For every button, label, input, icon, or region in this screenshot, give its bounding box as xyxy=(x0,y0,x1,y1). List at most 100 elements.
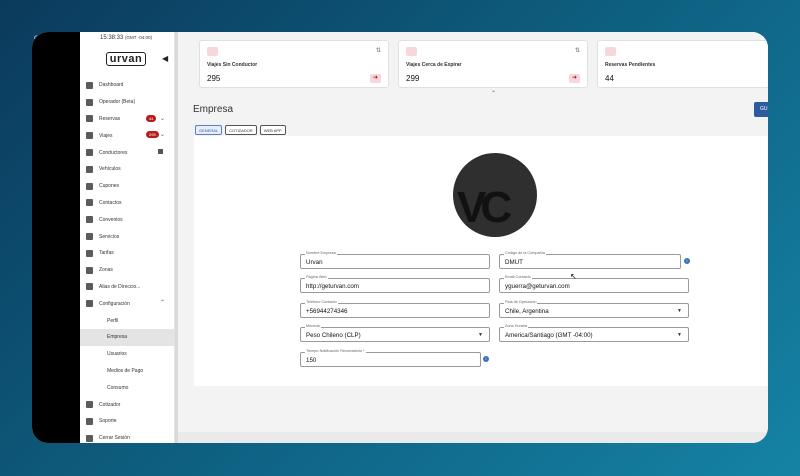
chevron-down-icon: ⌄ xyxy=(159,132,165,139)
field-value: http://geturvan.com xyxy=(306,283,359,290)
field-value: America/Santiago (GMT -04:00) xyxy=(505,332,593,339)
field-value: Peso Chileno (CLP) xyxy=(306,332,361,339)
sidebar-item-empresa[interactable]: Empresa xyxy=(80,328,175,346)
sidebar-item-convenios[interactable]: Convenios xyxy=(80,211,175,228)
info-icon[interactable]: i xyxy=(684,258,690,264)
sidebar-item-label: Usuarios xyxy=(107,351,127,358)
urvan-logo[interactable]: urvan xyxy=(106,52,146,66)
sidebar-item-label: Convenios xyxy=(99,216,123,223)
sidebar-item-configuracion[interactable]: Configuración ⌃ xyxy=(80,295,175,312)
sidebar-item-servicios[interactable]: Servicios xyxy=(80,228,175,245)
sidebar-item-consumo[interactable]: Consumo xyxy=(80,379,175,396)
telefono-contacto-field[interactable]: Teléfono Contacto +56944274346 xyxy=(300,300,490,318)
zona-horaria-select[interactable]: Zona Horaria America/Santiago (GMT -04:0… xyxy=(499,324,689,342)
route-icon xyxy=(86,98,93,106)
codigo-compania-field[interactable]: Código de la Compañía DMUT xyxy=(499,251,681,269)
sidebar-item-label: Dashboard xyxy=(99,82,124,89)
sidebar-item-label: Operador (Beta) xyxy=(99,99,136,106)
card-viajes-sin-conductor: ⇅ Viajes Sin Conductor 295 ➜ xyxy=(199,40,389,88)
mouse-cursor-icon: ↖ xyxy=(570,272,577,281)
card-reservas-pendientes: Reservas Pendientes 44 xyxy=(597,40,768,88)
info-icon[interactable]: i xyxy=(483,356,489,362)
sidebar-item-alias[interactable]: Alias de Direccio... xyxy=(80,279,175,296)
field-value: DMUT xyxy=(505,259,523,266)
sidebar-item-label: Viajes xyxy=(99,132,113,139)
calendar-icon xyxy=(605,47,616,56)
sidebar-item-vehiculos[interactable]: Vehículos xyxy=(80,161,175,178)
sidebar-item-soporte[interactable]: Soporte xyxy=(80,413,175,430)
sort-icon[interactable]: ⇅ xyxy=(575,47,580,54)
sidebar-item-label: Consumo xyxy=(107,384,129,391)
chevron-down-icon: ⌄ xyxy=(159,115,165,122)
arrow-right-icon[interactable]: ➜ xyxy=(569,74,580,83)
clock-time: 15:38:33 xyxy=(100,35,124,41)
sidebar-item-label: Cotizador xyxy=(99,401,121,408)
company-logo-avatar[interactable]: VC xyxy=(453,153,537,237)
card-label: Reservas Pendientes xyxy=(605,62,656,68)
sidebar-item-label: Contactos xyxy=(99,199,122,206)
dropdown-arrow-icon: ▼ xyxy=(677,308,682,314)
sidebar-nav: Dashboard Operador (Beta) Reservas 44 ⌄ Vi… xyxy=(80,77,175,443)
tab-general[interactable]: GENERAL xyxy=(195,125,223,135)
field-label: Email Contacto xyxy=(504,275,532,279)
dashboard-icon xyxy=(86,81,93,89)
field-label: Página Web xyxy=(305,275,328,279)
field-label: Zona Horaria xyxy=(504,324,529,328)
card-value: 44 xyxy=(605,74,614,83)
company-logo-mark: VC xyxy=(457,183,512,232)
sidebar-item-cotizador[interactable]: Cotizador xyxy=(80,396,175,413)
arrow-right-icon[interactable]: ➜ xyxy=(370,74,381,83)
chevron-left-icon[interactable]: ◀ xyxy=(162,54,168,63)
field-label: Código de la Compañía xyxy=(504,251,546,255)
field-value: Chile, Argentina xyxy=(505,308,549,315)
sidebar-item-cerrar-sesion[interactable]: Cerrar Sesión xyxy=(80,430,175,443)
card-label: Viajes Sin Conductor xyxy=(207,62,258,68)
sidebar-item-medios-pago[interactable]: Medios de Pago xyxy=(80,363,175,380)
card-value: 299 xyxy=(406,74,420,83)
id-card-icon xyxy=(86,149,93,157)
car-icon xyxy=(86,165,93,173)
sort-icon[interactable]: ⇅ xyxy=(376,47,381,54)
sidebar-item-conductores[interactable]: Conductores xyxy=(80,144,175,161)
sidebar-item-reservas[interactable]: Reservas 44 ⌄ xyxy=(80,111,175,128)
nombre-empresa-field[interactable]: Nombre Empresa Urvan xyxy=(300,251,490,269)
sidebar-item-tarifas[interactable]: Tarifas xyxy=(80,245,175,262)
map-icon[interactable] xyxy=(158,149,163,155)
black-strip xyxy=(32,32,80,443)
sidebar-item-operador[interactable]: Operador (Beta) xyxy=(80,94,175,111)
field-value: +56944274346 xyxy=(306,308,348,315)
sidebar-item-label: Vehículos xyxy=(99,166,121,173)
pin-icon xyxy=(86,283,93,291)
sidebar-item-label: Medios de Pago xyxy=(107,367,144,374)
chevron-up-icon[interactable]: ⌃ xyxy=(491,90,496,97)
field-label: País de Operación xyxy=(504,300,538,304)
sidebar-item-zonas[interactable]: Zonas xyxy=(80,262,175,279)
sidebar-item-cupones[interactable]: Cupones xyxy=(80,178,175,195)
ticket-icon xyxy=(406,47,417,56)
person-icon xyxy=(207,47,218,56)
sidebar-item-label: Conductores xyxy=(99,149,128,156)
sidebar-item-label: Servicios xyxy=(99,233,120,240)
sidebar: 15:38:33 (GMT -04:00) urvan ◀ Dashboard … xyxy=(80,32,175,443)
moneda-select[interactable]: Moneda Peso Chileno (CLP) ▼ xyxy=(300,324,490,342)
pais-operacion-select[interactable]: País de Operación Chile, Argentina ▼ xyxy=(499,300,689,318)
tab-bar: GENERAL COTIZADOR WEB APP xyxy=(195,125,286,135)
sidebar-item-usuarios[interactable]: Usuarios xyxy=(80,346,175,363)
card-value: 295 xyxy=(207,74,221,83)
reservas-count-badge: 44 xyxy=(146,114,157,122)
clock: 15:38:33 (GMT -04:00) xyxy=(100,35,152,41)
pagina-web-field[interactable]: Página Web http://geturvan.com xyxy=(300,275,490,293)
sidebar-item-contactos[interactable]: Contactos xyxy=(80,195,175,212)
sidebar-item-viajes[interactable]: Viajes 295 ⌄ xyxy=(80,127,175,144)
email-contacto-field[interactable]: Email Contacto yguerra@geturvan.com xyxy=(499,275,689,293)
viajes-count-badge: 295 xyxy=(146,131,159,139)
save-button[interactable]: GU xyxy=(754,102,768,117)
tiempo-notificacion-field[interactable]: Tiempo Notificación Recordatorio * 150 xyxy=(300,349,481,367)
tab-web-app[interactable]: WEB APP xyxy=(259,125,286,135)
building-icon xyxy=(86,216,93,224)
sidebar-item-perfil[interactable]: Perfil xyxy=(80,312,175,329)
sidebar-item-dashboard[interactable]: Dashboard xyxy=(80,77,175,94)
services-icon xyxy=(86,233,93,241)
field-value: Urvan xyxy=(306,259,323,266)
tab-cotizador[interactable]: COTIZADOR xyxy=(225,125,257,135)
